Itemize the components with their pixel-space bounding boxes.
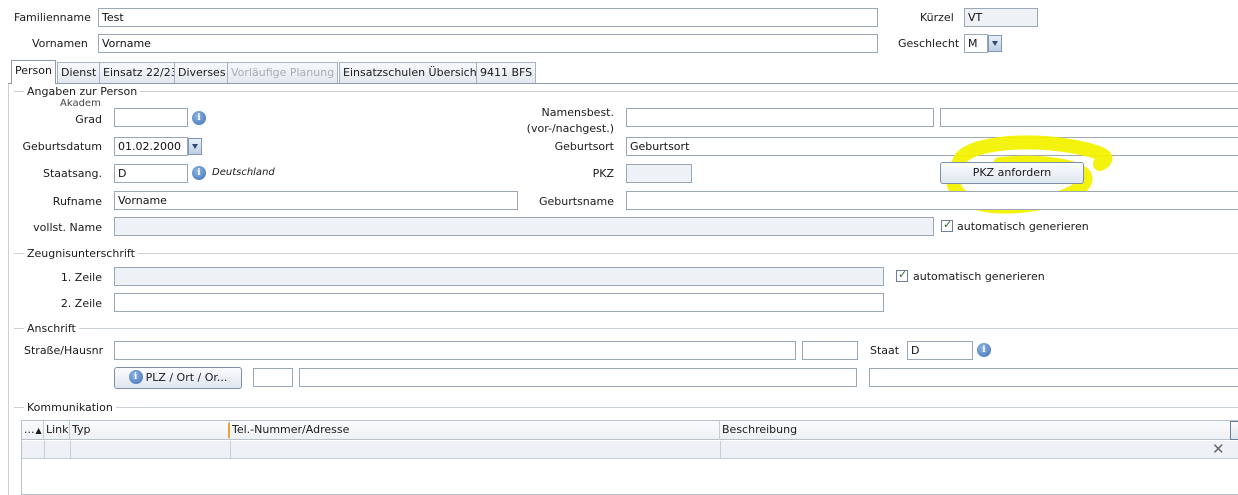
section-title-anschrift: Anschrift [24,322,79,335]
ort-input[interactable] [299,368,857,387]
vollst-name-input[interactable] [114,217,934,236]
auto-gen-checkbox-zeugnis[interactable] [896,268,908,282]
geburtsort-label: Geburtsort [554,140,614,153]
geschlecht-dropdown-icon[interactable] [988,35,1002,52]
staatsang-input[interactable]: D [114,164,188,183]
zeile1-label: 1. Zeile [60,271,102,284]
namensbest-sublabel: (vor-/nachgest.) [526,122,614,135]
column-header-typ[interactable]: Typ [70,421,230,440]
sort-up-icon: ▲ [35,426,42,435]
info-icon[interactable]: i [192,166,206,180]
column-header-link[interactable]: Link [44,421,70,440]
hausnr-input[interactable] [802,341,858,360]
tab-einsatzschulen-uebersicht[interactable]: Einsatzschulen Übersicht [339,62,485,83]
grad-label: Grad [75,113,102,126]
tab-bar-line [8,83,1238,84]
calendar-dropdown-icon[interactable] [188,138,202,155]
namensbest-input-2[interactable] [940,108,1238,127]
table-options-button[interactable] [1230,421,1238,440]
clear-filter-icon[interactable]: ✕ [1212,441,1225,458]
section-title-zeugnis: Zeugnisunterschrift [24,247,138,260]
section-divider-person [14,91,1238,92]
vornamen-input[interactable]: Vorname [98,34,878,53]
geburtsname-input[interactable] [626,191,1238,210]
tab-einsatz[interactable]: Einsatz 22/23 [99,62,182,83]
column-header-tel[interactable]: Tel.-Nummer/Adresse [230,421,720,440]
table-header: ...▲ Link Typ Tel.-Nummer/Adresse Beschr… [22,421,1230,440]
geburtsdatum-input[interactable]: 01.02.2000 [114,137,188,156]
zeile2-label: 2. Zeile [60,297,102,310]
strasse-input[interactable] [114,341,796,360]
column-header-beschreibung[interactable]: Beschreibung [720,421,1230,440]
auto-gen-checkbox-name[interactable] [941,218,953,232]
column-header-sort[interactable]: ...▲ [22,421,44,440]
info-icon: i [128,370,143,384]
pkz-anfordern-button[interactable]: PKZ anfordern [940,162,1084,184]
familienname-input[interactable]: Test [98,8,878,27]
grad-input[interactable] [114,108,188,127]
staatsang-text: Deutschland [212,167,275,178]
grad-label-top: Akadem. [60,99,102,107]
rufname-label: Rufname [52,195,102,208]
rufname-input[interactable]: Vorname [114,191,518,210]
tab-diverses[interactable]: Diverses [174,62,230,83]
section-title-person: Angaben zur Person [24,85,141,98]
staat-label: Staat [870,344,900,357]
section-divider-zeugnis [14,253,1238,254]
familienname-label: Familienname [14,11,91,24]
zeile2-input[interactable] [114,293,884,312]
section-divider-anschrift [14,328,1238,329]
tab-vorlaeufige-planung: Vorläufige Planung [227,62,339,83]
vollst-name-label: vollst. Name [33,221,102,234]
namensbest-label: Namensbest. [541,106,614,119]
auto-gen-label-name: automatisch generieren [957,220,1089,233]
plz-ort-button[interactable]: i PLZ / Ort / Or... [114,367,242,389]
pkz-input[interactable] [626,164,692,183]
staat-input[interactable]: D [907,341,973,360]
kuerzel-label: Kürzel [920,11,954,24]
geschlecht-select[interactable]: M [964,34,988,53]
plz-input[interactable] [253,368,293,387]
geburtsdatum-label: Geburtsdatum [22,140,102,153]
kuerzel-input[interactable]: VT [964,8,1038,27]
ortsteil-input[interactable] [869,368,1238,387]
tab-dienst[interactable]: Dienst [57,62,101,83]
section-divider-kommunikation [14,407,1238,408]
tab-person[interactable]: Person [11,60,56,84]
namensbest-input-1[interactable] [626,108,934,127]
info-icon[interactable]: i [192,111,206,125]
vornamen-label: Vornamen [32,37,88,50]
auto-gen-label-zeugnis: automatisch generieren [913,270,1045,283]
table-filter-row[interactable]: ✕ [22,441,1238,459]
pkz-label: PKZ [592,167,614,180]
section-title-kommunikation: Kommunikation [24,401,116,414]
geburtsname-label: Geburtsname [538,195,614,208]
staatsang-label: Staatsang. [42,167,102,180]
strasse-label: Straße/Hausnr [24,344,104,357]
geschlecht-label: Geschlecht [898,37,960,50]
tab-9411-bfs[interactable]: 9411 BFS [476,62,537,83]
plz-ort-button-label: PLZ / Ort / Or... [145,371,228,384]
info-icon[interactable]: i [977,343,991,357]
zeile1-input[interactable] [114,267,884,286]
panel-border [8,84,9,495]
